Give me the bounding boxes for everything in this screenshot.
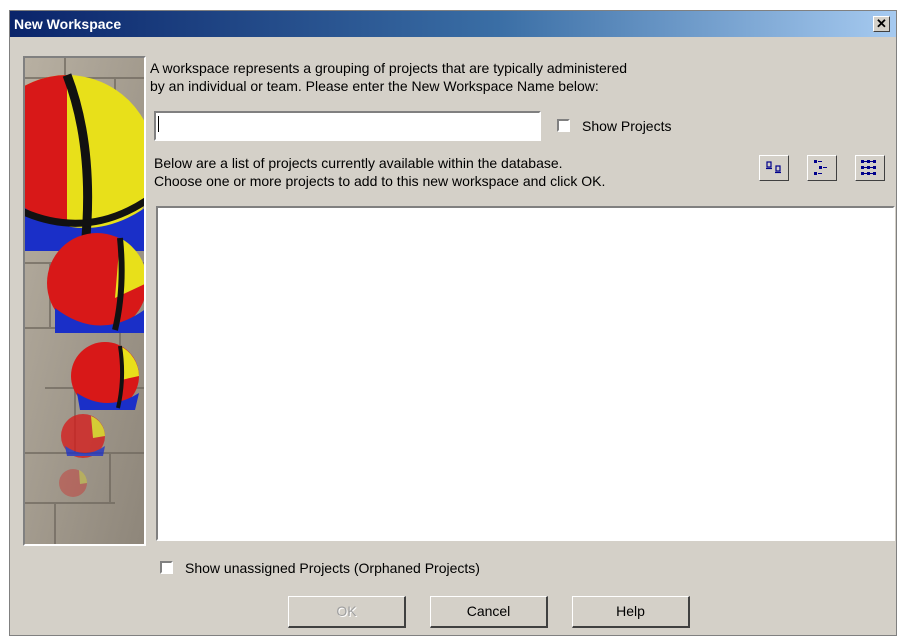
cancel-button[interactable]: Cancel — [430, 596, 548, 628]
intro-line-2: by an individual or team. Please enter t… — [150, 78, 599, 94]
intro-line-1: A workspace represents a grouping of pro… — [150, 60, 628, 76]
decorative-spheres-image — [23, 56, 146, 546]
ok-button[interactable]: OK — [288, 596, 406, 628]
view-tree-icon — [814, 160, 827, 175]
title-bar[interactable]: New Workspace ✕ — [10, 11, 896, 37]
workspace-name-field[interactable] — [154, 111, 541, 141]
projects-list[interactable] — [156, 206, 895, 541]
window-title: New Workspace — [14, 16, 122, 32]
close-button[interactable]: ✕ — [873, 16, 890, 32]
help-button[interactable]: Help — [572, 596, 690, 628]
list-intro-line-1: Below are a list of projects currently a… — [154, 155, 563, 171]
orphaned-projects-label[interactable]: Show unassigned Projects (Orphaned Proje… — [185, 559, 480, 577]
list-intro-text: Below are a list of projects currently a… — [154, 154, 605, 190]
view-list-button[interactable] — [759, 155, 789, 181]
view-details-button[interactable] — [855, 155, 885, 181]
list-intro-line-2: Choose one or more projects to add to th… — [154, 173, 606, 189]
show-projects-label[interactable]: Show Projects — [582, 117, 671, 135]
view-tree-button[interactable] — [807, 155, 837, 181]
view-details-icon — [861, 160, 876, 175]
workspace-name-input[interactable] — [156, 113, 539, 139]
intro-text: A workspace represents a grouping of pro… — [150, 59, 627, 95]
orphaned-projects-checkbox[interactable] — [160, 561, 173, 574]
view-list-icon — [766, 161, 781, 174]
new-workspace-dialog: New Workspace ✕ A workspace represents a… — [9, 10, 897, 636]
text-caret — [158, 116, 159, 132]
show-projects-checkbox[interactable] — [557, 119, 570, 132]
